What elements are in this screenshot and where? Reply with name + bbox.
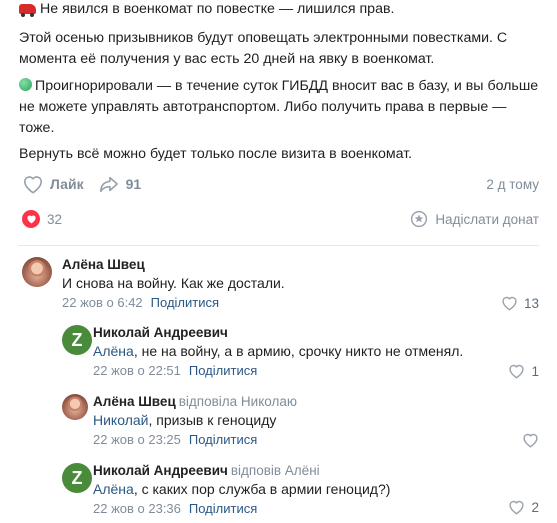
post-actions: Лайк 91 2 д тому: [22, 170, 539, 198]
mention-link[interactable]: Николай: [93, 412, 148, 428]
share-arrow-icon: [99, 176, 118, 193]
heart-outline-icon: [502, 296, 517, 311]
heart-outline-icon: [24, 176, 42, 194]
post-line-4: Вернуть всё можно будет только после виз…: [19, 146, 413, 162]
replied-to: відповів Алёні: [230, 463, 320, 478]
post-line-3: Проигнорировали — в течение суток ГИБДД …: [19, 78, 539, 136]
comment-meta: 22 жов о 23:25 Поділитися: [93, 432, 539, 447]
share-count: 91: [125, 176, 142, 192]
avatar[interactable]: Z: [62, 325, 92, 355]
comment-share-link[interactable]: Поділитися: [151, 295, 219, 310]
avatar[interactable]: Z: [62, 463, 92, 493]
avatar[interactable]: [62, 394, 88, 420]
comment-reply: Z Николай Андреевич відповів Алёні Алёна,…: [62, 463, 539, 519]
heart-outline-icon: [509, 500, 525, 515]
comment-text: И снова на войну. Как же достали.: [62, 275, 285, 291]
avatar-letter: Z: [71, 330, 83, 350]
comment-like-count: 2: [531, 499, 539, 515]
post-time[interactable]: 2 д тому: [486, 177, 539, 192]
like-label: Лайк: [50, 176, 84, 192]
reactions-counter[interactable]: 32: [22, 210, 62, 228]
comment-author[interactable]: Алёна Швец: [62, 257, 539, 272]
comment-reply: Z Николай Андреевич Алёна, не на войну, …: [62, 325, 539, 381]
heart-outline-icon: [523, 433, 538, 448]
post-stats: 32 Надіслати донат: [22, 208, 539, 230]
donate-button[interactable]: Надіслати донат: [410, 210, 539, 228]
heart-outline-icon: [509, 364, 525, 379]
comment-share-link[interactable]: Поділитися: [189, 501, 257, 516]
share-button[interactable]: 91: [98, 174, 142, 194]
comment-share-link[interactable]: Поділитися: [189, 363, 257, 378]
comment-meta: 22 жов о 6:42 Поділитися: [62, 295, 539, 310]
comment-like-button[interactable]: 2: [508, 499, 539, 515]
comment-like-count: 13: [523, 295, 539, 311]
comment-author[interactable]: Николай Андреевич: [93, 325, 539, 340]
donate-coin-icon: [411, 210, 428, 228]
comment-meta: 22 жов о 23:36 Поділитися: [93, 501, 539, 516]
comment-date[interactable]: 22 жов о 22:51: [93, 363, 181, 378]
comment-date[interactable]: 22 жов о 23:36: [93, 501, 181, 516]
comment-author[interactable]: Николай Андреевич відповів Алёні: [93, 463, 539, 478]
avatar[interactable]: [22, 257, 52, 287]
donate-label: Надіслати донат: [435, 211, 539, 227]
comment-meta: 22 жов о 22:51 Поділитися: [93, 363, 539, 378]
green-circle-emoji-icon: [19, 78, 32, 91]
comment-date[interactable]: 22 жов о 23:25: [93, 432, 181, 447]
reactions-count: 32: [47, 211, 63, 227]
comment: Алёна Швец И снова на войну. Как же дост…: [22, 257, 539, 313]
comment-like-button[interactable]: [522, 432, 539, 448]
heart-filled-icon: [22, 210, 40, 228]
comment-text: Николай, призыв к геноциду: [93, 412, 277, 428]
comment-like-count: 1: [531, 363, 539, 379]
divider: [18, 245, 539, 246]
comment-like-button[interactable]: 13: [501, 295, 539, 311]
comment-like-button[interactable]: 1: [508, 363, 539, 379]
mention-link[interactable]: Алёна: [93, 343, 134, 359]
comment-text: Алёна, с каких пор служба в армии геноци…: [93, 481, 391, 497]
post-line-2: Этой осенью призывников будут оповещать …: [19, 30, 508, 67]
mention-link[interactable]: Алёна: [93, 481, 134, 497]
comment-share-link[interactable]: Поділитися: [189, 432, 257, 447]
like-button[interactable]: Лайк: [22, 174, 84, 194]
comment-text: Алёна, не на войну, а в армию, срочку ни…: [93, 343, 464, 359]
comment-date[interactable]: 22 жов о 6:42: [62, 295, 143, 310]
post-line-1: Не явился в военкомат по повестке — лиши…: [19, 0, 394, 20]
comment-author[interactable]: Алёна Швец відповіла Николаю: [93, 394, 539, 409]
avatar-letter: Z: [71, 468, 83, 488]
replied-to: відповіла Николаю: [178, 394, 297, 409]
comment-reply: Алёна Швец відповіла Николаю Николай, при…: [62, 394, 539, 450]
car-emoji-icon: [19, 4, 36, 17]
